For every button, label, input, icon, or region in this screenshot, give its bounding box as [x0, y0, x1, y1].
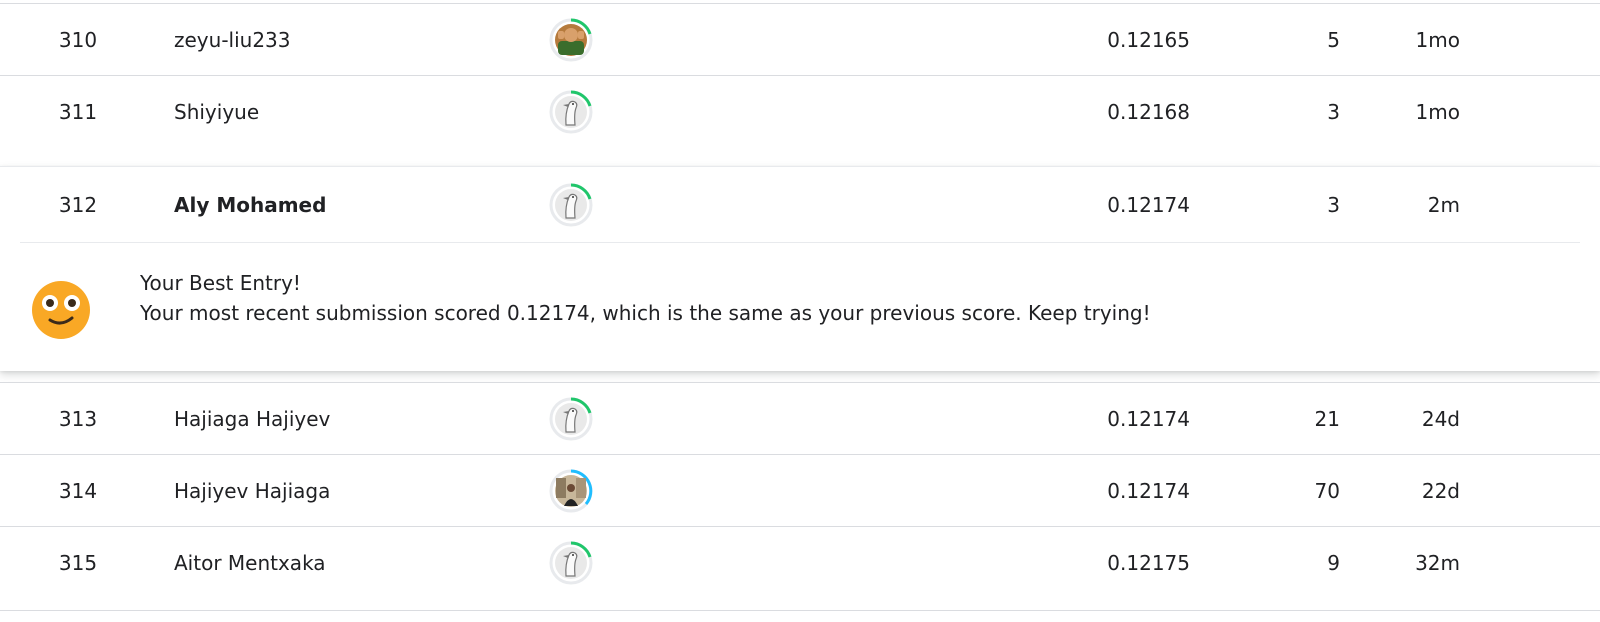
table-row[interactable]: 313 Hajiaga Hajiyev 0.12174 21 24d — [0, 382, 1600, 455]
rank: 315 — [58, 551, 98, 575]
divider — [20, 242, 1580, 243]
team-name[interactable]: Hajiyev Hajiaga — [174, 479, 330, 503]
last-submission: 24d — [1421, 407, 1460, 431]
score: 0.12174 — [1107, 407, 1190, 431]
photo-avatar-icon[interactable] — [548, 468, 594, 514]
table-row[interactable]: 314 Hajiyev Hajiaga 0.12174 70 22d — [0, 454, 1600, 527]
rank: 311 — [58, 100, 98, 124]
your-entry-card: 312 Aly Mohamed 0.12174 3 2m Your Best E… — [0, 166, 1600, 371]
message-body: Your most recent submission scored 0.121… — [140, 301, 1151, 325]
score: 0.12165 — [1107, 28, 1190, 52]
entries: 70 — [1314, 479, 1340, 503]
score: 0.12174 — [1107, 479, 1190, 503]
photo-avatar-icon[interactable] — [548, 17, 594, 63]
message-title: Your Best Entry! — [140, 271, 301, 295]
score: 0.12168 — [1107, 100, 1190, 124]
last-submission: 32m — [1415, 551, 1460, 575]
goose-avatar-icon[interactable] — [548, 89, 594, 135]
team-name[interactable]: zeyu-liu233 — [174, 28, 291, 52]
team-name[interactable]: Aitor Mentxaka — [174, 551, 326, 575]
rank: 314 — [58, 479, 98, 503]
last-submission: 2m — [1427, 192, 1460, 217]
table-row-current-user[interactable]: 312 Aly Mohamed 0.12174 3 2m — [0, 167, 1600, 242]
goose-avatar-icon[interactable] — [548, 182, 594, 228]
entries: 5 — [1327, 28, 1340, 52]
team-name[interactable]: Shiyiyue — [174, 100, 259, 124]
table-row[interactable]: 315 Aitor Mentxaka 0.12175 9 32m — [0, 526, 1600, 599]
goose-avatar-icon[interactable] — [548, 540, 594, 586]
table-row[interactable]: 310 zeyu-liu233 0.12165 5 1mo — [0, 3, 1600, 76]
entries: 9 — [1327, 551, 1340, 575]
rank: 313 — [58, 407, 98, 431]
leaderboard: 310 zeyu-liu233 0.12165 5 1mo 311 Shiyiy… — [0, 0, 1600, 622]
rank: 310 — [58, 28, 98, 52]
last-submission: 22d — [1421, 479, 1460, 503]
rank: 312 — [58, 192, 98, 217]
score: 0.12174 — [1107, 192, 1190, 217]
last-submission: 1mo — [1415, 100, 1460, 124]
goose-avatar-icon[interactable] — [548, 396, 594, 442]
last-submission: 1mo — [1415, 28, 1460, 52]
entries: 3 — [1327, 192, 1340, 217]
entries: 21 — [1314, 407, 1340, 431]
divider — [0, 610, 1600, 611]
team-name[interactable]: Aly Mohamed — [174, 193, 326, 217]
entries: 3 — [1327, 100, 1340, 124]
score: 0.12175 — [1107, 551, 1190, 575]
smiley-face-icon — [30, 279, 92, 341]
team-name[interactable]: Hajiaga Hajiyev — [174, 407, 330, 431]
table-row[interactable]: 311 Shiyiyue 0.12168 3 1mo — [0, 75, 1600, 148]
